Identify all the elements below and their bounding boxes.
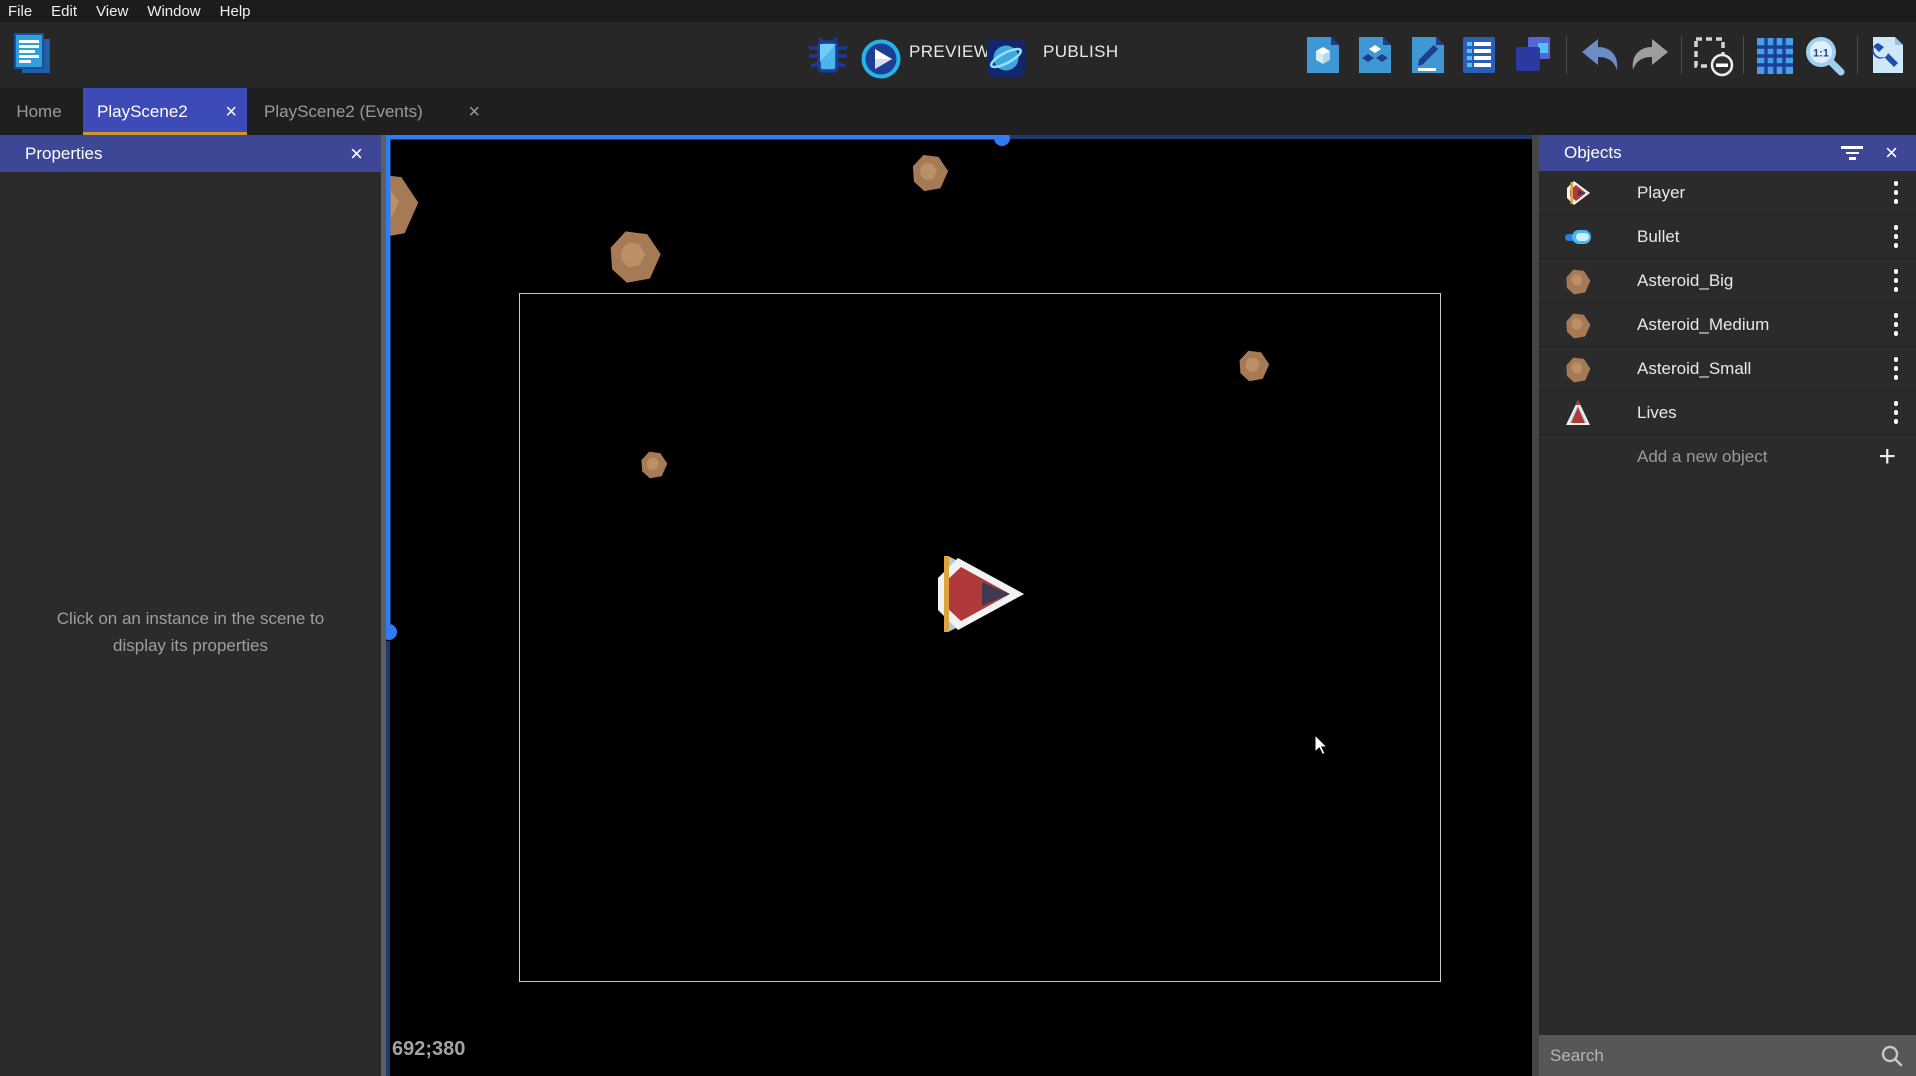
tab-playscene2[interactable]: PlayScene2 × — [83, 88, 247, 135]
extensions-tools-icon[interactable] — [1868, 35, 1908, 75]
close-icon[interactable]: × — [1885, 142, 1898, 164]
more-options-icon[interactable] — [1894, 355, 1899, 382]
more-options-icon[interactable] — [1894, 223, 1899, 250]
asteroid-icon — [1563, 354, 1593, 384]
properties-empty-message: Click on an instance in the scene to dis… — [36, 605, 346, 659]
object-row-asteroid-small[interactable]: Asteroid_Small — [1539, 347, 1916, 391]
object-row-player[interactable]: Player — [1539, 171, 1916, 215]
object-row-asteroid-big[interactable]: Asteroid_Big — [1539, 259, 1916, 303]
search-input[interactable] — [1539, 1046, 1880, 1066]
undo-icon[interactable] — [1580, 37, 1622, 73]
grid-icon[interactable] — [1755, 36, 1795, 76]
objects-search-bar — [1539, 1035, 1916, 1076]
preview-play-icon[interactable] — [860, 38, 902, 80]
preview-button[interactable]: PREVIEW — [909, 42, 990, 62]
menu-file[interactable]: File — [8, 3, 32, 20]
asteroid-instance[interactable] — [1240, 351, 1270, 381]
object-row-asteroid-medium[interactable]: Asteroid_Medium — [1539, 303, 1916, 347]
asteroid-instance[interactable] — [611, 231, 661, 282]
objects-panel: Objects × Player Bullet Ast — [1539, 135, 1916, 1076]
player-ship-instance[interactable] — [938, 556, 1024, 632]
mouse-cursor — [1315, 735, 1327, 755]
more-options-icon[interactable] — [1894, 179, 1899, 206]
lives-ship-icon — [1563, 398, 1593, 428]
more-options-icon[interactable] — [1894, 311, 1899, 338]
menu-view[interactable]: View — [96, 3, 128, 20]
toolbar: PREVIEW PUBLISH — [0, 22, 1916, 88]
toolbar-separator — [1681, 36, 1682, 74]
plus-icon: + — [1878, 442, 1896, 472]
properties-panel-header: Properties × — [0, 135, 381, 172]
more-options-icon[interactable] — [1894, 399, 1899, 426]
tab-playscene2-events[interactable]: PlayScene2 (Events) × — [255, 88, 490, 135]
scene-properties-icon[interactable] — [1410, 35, 1446, 75]
object-label: Player — [1637, 183, 1685, 203]
bullet-icon — [1563, 222, 1593, 252]
vertical-scrollbar[interactable] — [386, 135, 397, 1076]
publish-globe-icon[interactable] — [986, 38, 1026, 78]
tab-bar: Home PlayScene2 × PlayScene2 (Events) × — [0, 88, 1916, 135]
object-row-bullet[interactable]: Bullet — [1539, 215, 1916, 259]
add-object-label: Add a new object — [1637, 447, 1767, 467]
menu-bar: File Edit View Window Help — [0, 0, 1916, 22]
properties-panel-title: Properties — [25, 144, 102, 164]
project-manager-icon[interactable] — [12, 31, 54, 77]
asteroid-instance[interactable] — [641, 452, 667, 479]
filter-icon[interactable] — [1841, 143, 1863, 163]
toolbar-separator — [1743, 36, 1744, 74]
tab-label: PlayScene2 (Events) — [264, 102, 423, 122]
svg-text:1:1: 1:1 — [1813, 48, 1829, 60]
close-icon[interactable]: × — [350, 143, 363, 165]
tab-home[interactable]: Home — [0, 88, 78, 135]
asteroid-instance[interactable] — [386, 174, 418, 239]
menu-edit[interactable]: Edit — [51, 3, 77, 20]
menu-window[interactable]: Window — [147, 3, 200, 20]
properties-panel: Properties × Click on an instance in the… — [0, 135, 381, 1076]
object-label: Bullet — [1637, 227, 1680, 247]
objects-panel-header: Objects × — [1539, 135, 1916, 171]
close-icon[interactable]: × — [225, 102, 237, 122]
close-icon[interactable]: × — [468, 102, 480, 122]
panel-divider[interactable] — [1532, 135, 1539, 1076]
toolbar-separator — [1566, 36, 1567, 74]
menu-help[interactable]: Help — [220, 3, 251, 20]
object-label: Asteroid_Big — [1637, 271, 1733, 291]
objects-panel-title: Objects — [1564, 143, 1622, 163]
tab-label: PlayScene2 — [97, 102, 188, 122]
debugger-bug-icon[interactable] — [806, 36, 850, 76]
asteroid-icon — [1563, 266, 1593, 296]
deselect-selection-icon[interactable] — [1692, 35, 1734, 77]
objects-editor-icon[interactable] — [1305, 35, 1341, 75]
player-ship-icon — [1563, 178, 1593, 208]
cursor-coordinates: 692;380 — [392, 1038, 465, 1061]
redo-icon[interactable] — [1628, 37, 1670, 73]
instances-list-icon[interactable] — [1461, 35, 1497, 75]
object-label: Asteroid_Medium — [1637, 315, 1769, 335]
toolbar-separator — [1857, 36, 1858, 74]
zoom-1to1-icon[interactable]: 1:1 — [1804, 35, 1846, 77]
add-object-button[interactable]: Add a new object + — [1539, 435, 1916, 479]
horizontal-scrollbar[interactable] — [386, 135, 1532, 146]
asteroid-icon — [1563, 310, 1593, 340]
search-icon[interactable] — [1880, 1044, 1904, 1068]
publish-button[interactable]: PUBLISH — [1043, 42, 1119, 62]
scene-window-frame — [520, 294, 1441, 982]
object-groups-icon[interactable] — [1357, 35, 1393, 75]
object-row-lives[interactable]: Lives — [1539, 391, 1916, 435]
asteroid-instance[interactable] — [913, 155, 948, 191]
more-options-icon[interactable] — [1894, 267, 1899, 294]
object-label: Asteroid_Small — [1637, 359, 1751, 379]
layers-icon[interactable] — [1514, 35, 1552, 73]
scene-canvas[interactable]: 692;380 — [386, 135, 1532, 1076]
object-label: Lives — [1637, 403, 1677, 423]
tab-label: Home — [16, 102, 61, 122]
